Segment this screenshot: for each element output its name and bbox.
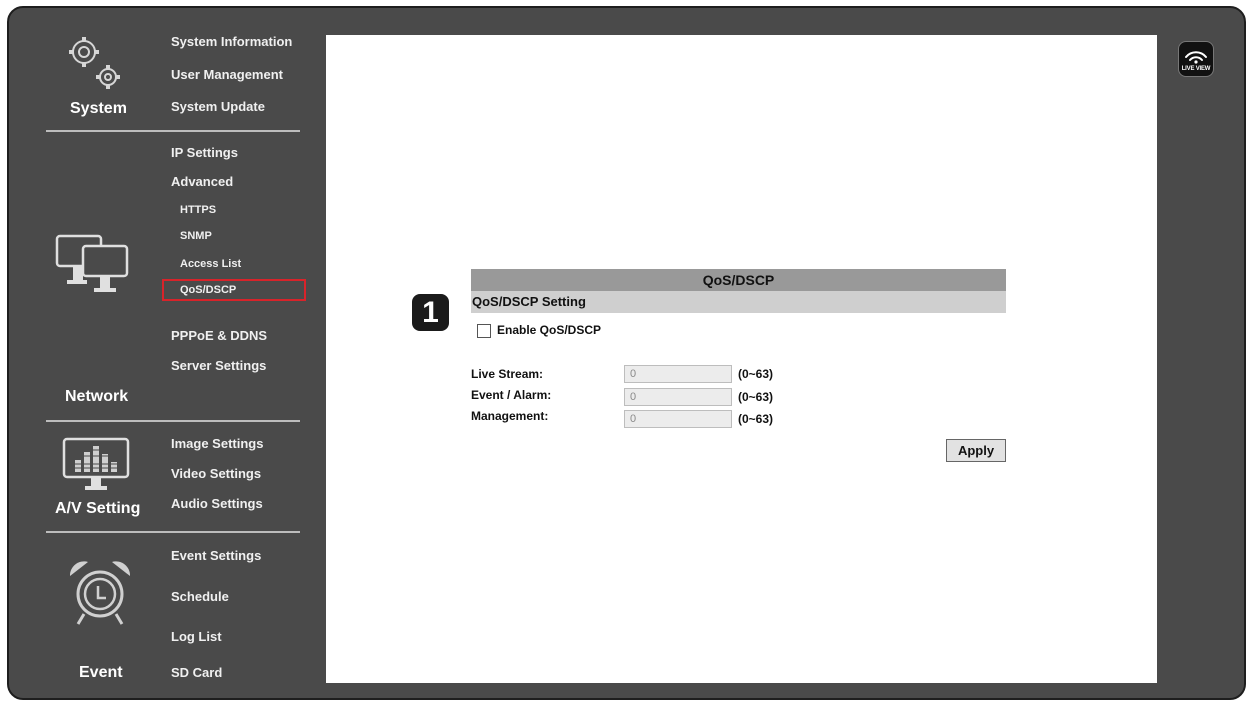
nav-https[interactable]: HTTPS <box>180 204 216 216</box>
nav-video-settings[interactable]: Video Settings <box>171 466 261 481</box>
nav-user-management[interactable]: User Management <box>171 67 283 82</box>
nav-advanced[interactable]: Advanced <box>171 174 233 189</box>
sidebar: System System Information User Managemen… <box>9 8 325 698</box>
live-view-icon <box>1185 51 1207 64</box>
nav-server-settings[interactable]: Server Settings <box>171 358 266 373</box>
panel-title: QoS/DSCP <box>471 269 1006 291</box>
live-view-label: LIVE VIEW <box>1181 66 1211 72</box>
section-label-av-setting: A/V Setting <box>55 500 141 517</box>
nav-log-list[interactable]: Log List <box>171 629 222 644</box>
panel-subtitle: QoS/DSCP Setting <box>471 291 1006 313</box>
management-label: Management: <box>471 409 549 423</box>
network-monitors-icon <box>53 232 133 301</box>
nav-qos-dscp[interactable]: QoS/DSCP <box>180 284 236 296</box>
nav-event-settings[interactable]: Event Settings <box>171 548 261 563</box>
nav-access-list[interactable]: Access List <box>180 258 241 270</box>
live-stream-label: Live Stream: <box>471 367 544 381</box>
event-alarm-input[interactable] <box>624 388 732 406</box>
nav-ip-settings[interactable]: IP Settings <box>171 145 238 160</box>
content-panel: QoS/DSCP QoS/DSCP Setting 1 Enable QoS/D… <box>326 35 1157 683</box>
nav-schedule[interactable]: Schedule <box>171 589 229 604</box>
nav-audio-settings[interactable]: Audio Settings <box>171 496 263 511</box>
section-label-event: Event <box>79 664 123 681</box>
av-monitor-icon <box>61 436 133 497</box>
nav-image-settings[interactable]: Image Settings <box>171 436 263 451</box>
section-label-network: Network <box>65 388 129 405</box>
app-frame: System System Information User Managemen… <box>7 6 1246 700</box>
nav-system-information[interactable]: System Information <box>171 34 292 49</box>
nav-pppoe-ddns[interactable]: PPPoE & DDNS <box>171 328 267 343</box>
nav-system-update[interactable]: System Update <box>171 99 265 114</box>
section-label-system: System <box>70 100 127 117</box>
gears-icon <box>64 34 134 97</box>
divider <box>46 531 300 533</box>
management-input[interactable] <box>624 410 732 428</box>
live-stream-range: (0~63) <box>738 367 774 381</box>
live-view-button[interactable]: LIVE VIEW <box>1178 41 1214 77</box>
event-alarm-label: Event / Alarm: <box>471 388 552 402</box>
live-stream-input[interactable] <box>624 365 732 383</box>
event-alarm-range: (0~63) <box>738 390 774 404</box>
enable-qos-checkbox[interactable] <box>477 324 491 338</box>
enable-qos-label: Enable QoS/DSCP <box>497 323 602 337</box>
management-range: (0~63) <box>738 412 774 426</box>
step-badge: 1 <box>412 294 449 331</box>
divider <box>46 420 300 422</box>
apply-button[interactable]: Apply <box>946 439 1006 462</box>
nav-snmp[interactable]: SNMP <box>180 230 212 242</box>
alarm-clock-icon <box>64 556 136 633</box>
divider <box>46 130 300 132</box>
nav-sd-card[interactable]: SD Card <box>171 665 222 680</box>
